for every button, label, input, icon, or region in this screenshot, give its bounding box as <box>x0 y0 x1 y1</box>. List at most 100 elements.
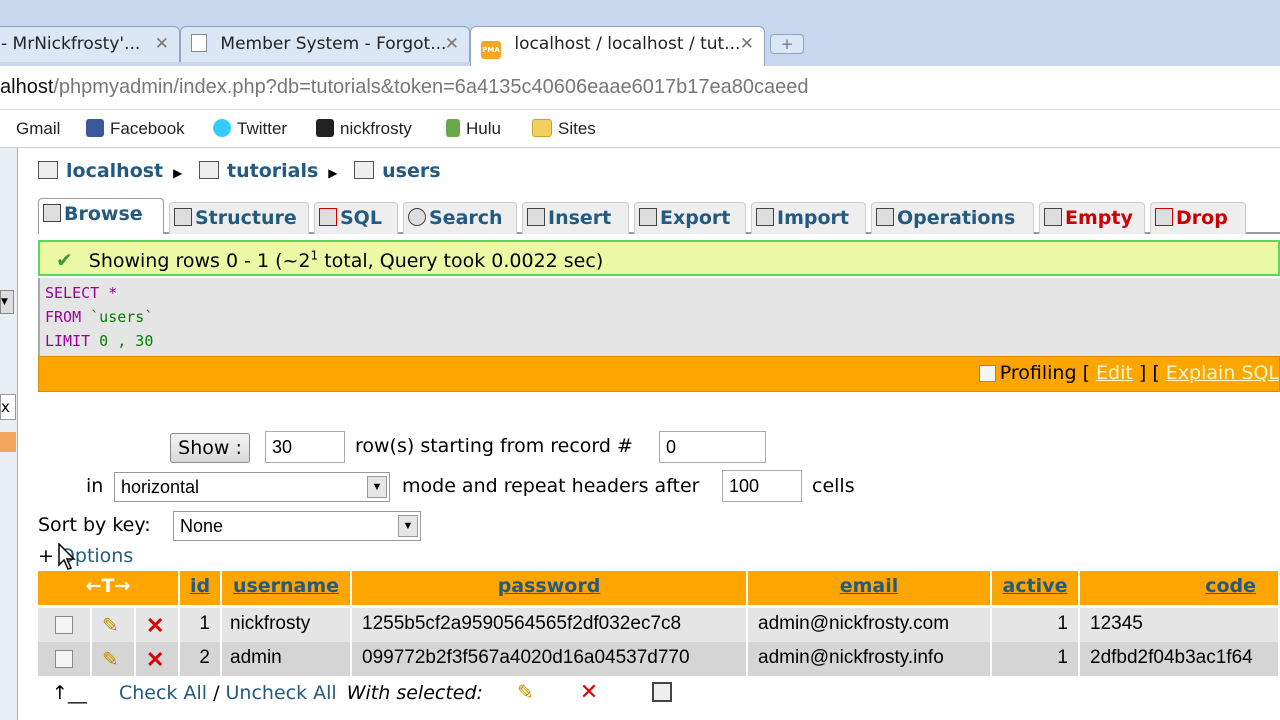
page-icon <box>191 34 207 52</box>
close-icon[interactable]: x <box>0 394 16 420</box>
tab-label: Empty <box>1065 207 1133 229</box>
cell-password: 099772b2f3f567a4020d16a04537d770 <box>352 642 748 676</box>
close-icon[interactable]: ✕ <box>740 34 754 54</box>
sql-text: 0 , 30 <box>90 332 154 350</box>
show-button[interactable]: Show : <box>170 433 250 463</box>
uncheck-all-link[interactable]: Uncheck All <box>226 682 337 704</box>
browse-icon <box>43 204 61 222</box>
start-record-input[interactable]: 0 <box>659 431 766 463</box>
column-header-email[interactable]: email <box>748 571 992 605</box>
bookmark-hulu[interactable]: Hulu <box>446 119 501 139</box>
tab-label: SQL <box>340 207 382 229</box>
table-action-tabs: Browse Structure SQL Search Insert Expor… <box>38 198 1280 234</box>
hulu-icon <box>446 119 460 137</box>
with-selected-label: With selected: <box>346 682 483 704</box>
cell-code: 2dfbd2f04b3ac1f64 <box>1080 642 1280 676</box>
display-mode-value: horizontal <box>121 477 200 497</box>
display-mode-select[interactable]: horizontal ▼ <box>114 472 390 502</box>
profiling-checkbox[interactable] <box>978 365 996 382</box>
bookmark-label: Sites <box>558 119 596 138</box>
browser-tab-strip: - MrNickfrosty'... ✕ Member System - For… <box>0 0 1280 66</box>
tab-import[interactable]: Import <box>751 202 866 234</box>
bookmark-folder-sites[interactable]: Sites <box>532 119 596 139</box>
tab-structure[interactable]: Structure <box>169 202 309 234</box>
bookmark-twitter[interactable]: Twitter <box>213 119 287 139</box>
in-label: in <box>86 475 104 497</box>
breadcrumb-database[interactable]: tutorials <box>227 160 318 182</box>
query-success-notice: ✔ Showing rows 0 - 1 (~21 total, Query to… <box>38 240 1280 276</box>
breadcrumb-server[interactable]: localhost <box>66 160 163 182</box>
tab-insert[interactable]: Insert <box>522 202 629 234</box>
sql-text: * <box>99 284 118 302</box>
column-header-active[interactable]: active <box>992 571 1080 605</box>
breadcrumb-table[interactable]: users <box>382 160 440 182</box>
close-icon[interactable]: ✕ <box>445 34 459 54</box>
bookmark-gmail[interactable]: Gmail <box>0 119 60 139</box>
dropdown-arrow-icon[interactable]: ▼ <box>0 290 14 314</box>
bookmark-label: Gmail <box>16 119 61 138</box>
select-arrow-icon: ↑__ <box>52 682 87 704</box>
sort-key-select[interactable]: None ▼ <box>173 511 421 541</box>
tab-label: Search <box>429 207 503 229</box>
explain-sql-link[interactable]: Explain SQL <box>1166 362 1279 384</box>
navigation-frame-edge: ▼ x <box>0 148 18 720</box>
rows-count-input[interactable]: 30 <box>265 431 345 463</box>
row-checkbox[interactable] <box>55 616 73 634</box>
close-icon[interactable]: ✕ <box>155 34 169 54</box>
tab-operations[interactable]: Operations <box>871 202 1034 234</box>
column-header-id[interactable]: id <box>180 571 222 605</box>
tab-empty[interactable]: Empty <box>1039 202 1145 234</box>
server-icon <box>38 161 58 179</box>
chevron-down-icon: ▼ <box>398 515 418 537</box>
browser-tab-active[interactable]: PMA localhost / localhost / tut... ✕ <box>470 26 765 66</box>
new-tab-button[interactable]: + <box>770 34 804 54</box>
pencil-icon[interactable]: ✎ <box>102 649 119 671</box>
column-arrows-header[interactable]: ←T→ <box>38 571 180 605</box>
column-header-username[interactable]: username <box>222 571 352 605</box>
tab-sql[interactable]: SQL <box>314 202 398 234</box>
tab-export[interactable]: Export <box>634 202 746 234</box>
tab-search[interactable]: Search <box>403 202 517 234</box>
address-bar[interactable]: alhost/phpmyadmin/index.php?db=tutorials… <box>0 66 1280 110</box>
cell-id: 1 <box>180 608 222 642</box>
pencil-icon[interactable]: ✎ <box>102 615 119 637</box>
sql-keyword: LIMIT <box>45 332 91 350</box>
url-path: /phpmyadmin/index.php?db=tutorials&token… <box>53 76 809 98</box>
row-select-cell <box>38 642 92 676</box>
breadcrumb-separator-icon: ▶ <box>173 166 183 180</box>
browser-tab[interactable]: - MrNickfrosty'... ✕ <box>0 26 180 62</box>
cell-id: 2 <box>180 642 222 676</box>
bulk-delete-icon[interactable]: ✕ <box>580 680 598 705</box>
sql-options-bar: Profiling [ Edit ] [ Explain SQL <box>38 356 1280 392</box>
breadcrumb-separator-icon: ▶ <box>328 166 338 180</box>
table-icon <box>354 161 375 179</box>
bulk-edit-icon[interactable]: ✎ <box>517 680 534 704</box>
facebook-icon <box>86 119 104 137</box>
bookmark-nickfrosty[interactable]: nickfrosty <box>316 119 412 139</box>
tab-label: Member System - Forgot... <box>220 34 447 54</box>
column-header-code[interactable]: code <box>1080 571 1280 605</box>
row-checkbox[interactable] <box>55 650 73 668</box>
edit-sql-link[interactable]: Edit <box>1096 362 1133 384</box>
column-header-password[interactable]: password <box>352 571 748 605</box>
notice-text-after: total, Query took 0.0022 sec) <box>318 250 604 272</box>
tab-drop[interactable]: Drop <box>1150 202 1246 234</box>
delete-icon[interactable]: ✕ <box>146 647 164 672</box>
color-swatch <box>0 432 16 452</box>
url-text[interactable]: alhost/phpmyadmin/index.php?db=tutorials… <box>0 76 808 99</box>
options-toggle[interactable]: + Options <box>38 545 133 567</box>
cell-username: admin <box>222 642 352 676</box>
tab-label: localhost / localhost / tut... <box>514 34 741 54</box>
insert-icon <box>527 208 545 226</box>
tab-label: - MrNickfrosty'... <box>1 34 141 54</box>
check-all-link[interactable]: Check All <box>119 682 207 704</box>
row-edit-cell: ✎ <box>92 608 136 642</box>
tab-browse[interactable]: Browse <box>38 198 164 234</box>
browser-tab[interactable]: Member System - Forgot... ✕ <box>180 26 470 62</box>
bookmark-facebook[interactable]: Facebook <box>86 119 185 139</box>
delete-icon[interactable]: ✕ <box>146 613 164 638</box>
sort-key-value: None <box>180 516 224 536</box>
tab-label: Operations <box>897 207 1016 229</box>
repeat-headers-input[interactable]: 100 <box>722 470 802 502</box>
bulk-export-icon[interactable] <box>652 682 673 702</box>
